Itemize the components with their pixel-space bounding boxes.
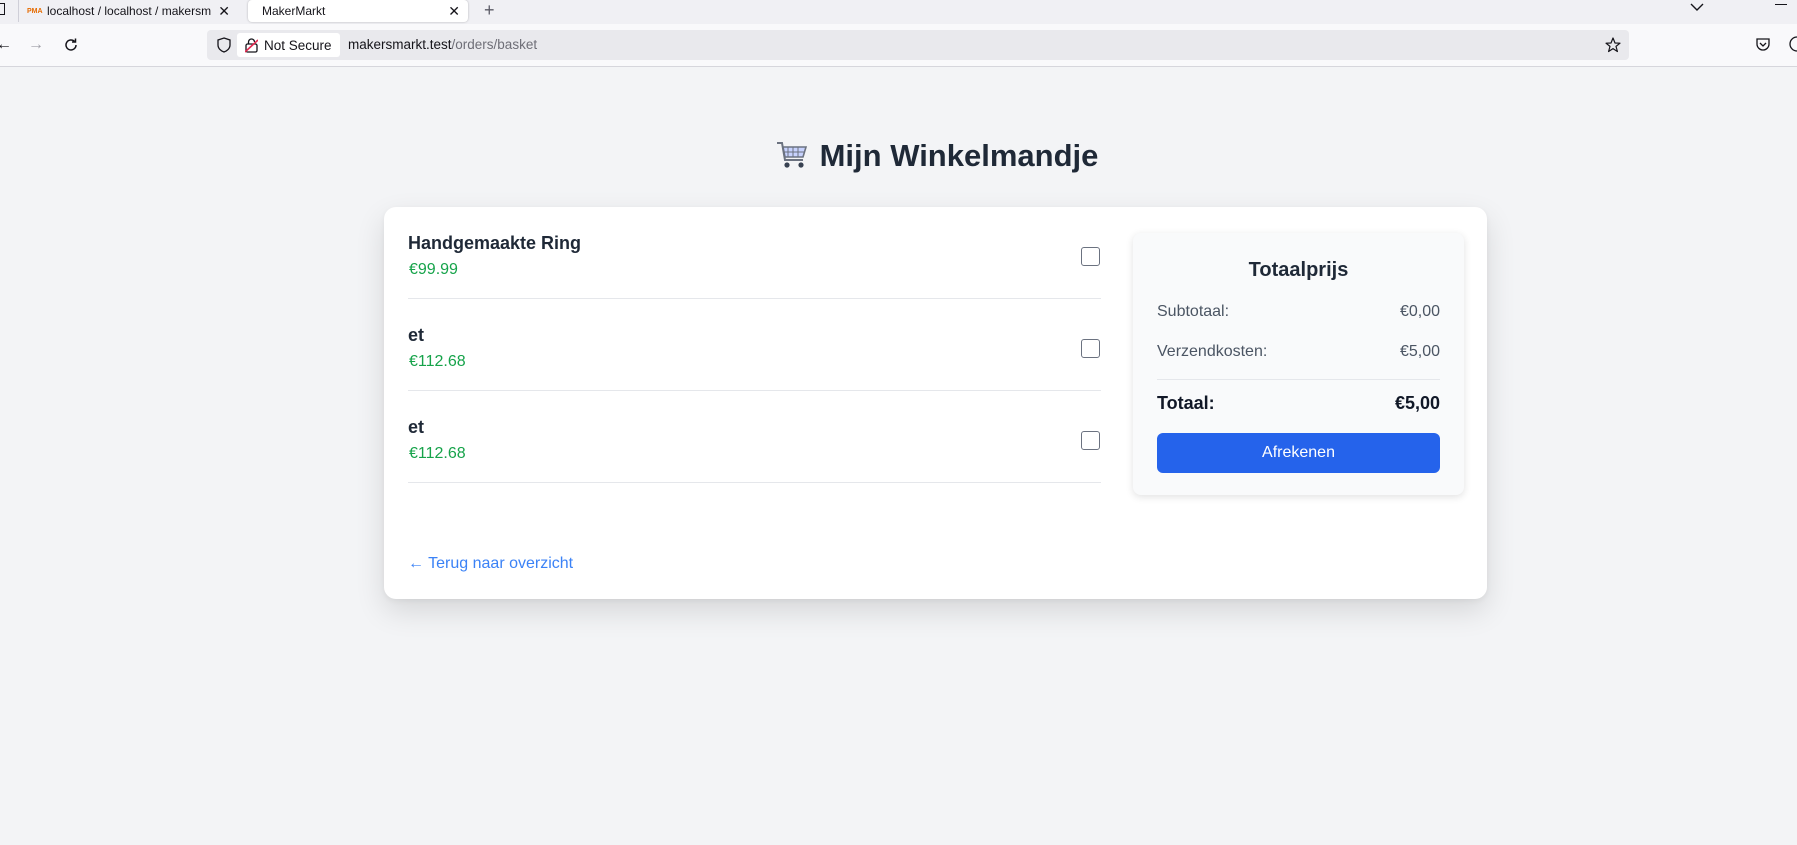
sidebar-toggle-icon[interactable] <box>0 3 5 15</box>
summary-divider <box>1157 379 1440 380</box>
tab-makermarkt[interactable]: MakerMarkt ✕ <box>248 0 468 22</box>
page-title: Mijn Winkelmandje <box>0 138 1797 174</box>
item-price: €112.68 <box>409 353 466 370</box>
shopping-cart-icon <box>776 142 807 168</box>
checkout-button[interactable]: Afrekenen <box>1157 433 1440 473</box>
item-checkbox[interactable] <box>1081 247 1100 266</box>
shield-icon[interactable] <box>217 37 231 53</box>
shipping-value: €5,00 <box>1399 343 1440 360</box>
item-checkbox[interactable] <box>1081 431 1100 450</box>
basket-item: Handgemaakte Ring €99.99 <box>408 207 1101 299</box>
url-host: makersmarkt.test <box>348 37 452 52</box>
pocket-icon[interactable] <box>1755 36 1771 52</box>
subtotal-label: Subtotaal: <box>1157 303 1230 320</box>
broken-lock-icon <box>245 37 258 53</box>
tab-label: localhost / localhost / makersm <box>47 4 212 18</box>
order-summary: Totaalprijs Subtotaal: €0,00 Verzendkost… <box>1133 233 1464 495</box>
shipping-label: Verzendkosten: <box>1157 343 1268 360</box>
subtotal-value: €0,00 <box>1399 303 1440 320</box>
url-path: /orders/basket <box>451 37 538 52</box>
subtotal-row: Subtotaal: €0,00 <box>1157 303 1440 321</box>
back-arrow-icon[interactable]: ← <box>0 35 14 55</box>
basket-card: Handgemaakte Ring €99.99 et €112.68 et €… <box>384 207 1487 599</box>
item-name: Handgemaakte Ring <box>408 233 582 253</box>
item-price: €99.99 <box>409 261 458 278</box>
chevron-down-icon[interactable] <box>1690 2 1704 12</box>
summary-title: Totaalprijs <box>1248 259 1349 281</box>
tab-phpmyadmin[interactable]: PMA localhost / localhost / makersm ✕ <box>18 0 238 22</box>
back-to-overview-link[interactable]: ← Terug naar overzicht <box>408 555 573 573</box>
total-value: €5,00 <box>1394 393 1440 413</box>
minimize-icon[interactable] <box>1775 4 1787 5</box>
item-price: €112.68 <box>409 445 466 462</box>
new-tab-icon[interactable]: + <box>484 0 495 20</box>
close-tab-icon[interactable]: ✕ <box>448 3 460 20</box>
forward-arrow-icon[interactable]: → <box>26 35 46 55</box>
bookmark-star-icon[interactable] <box>1605 37 1621 53</box>
not-secure-badge[interactable]: Not Secure <box>237 33 340 57</box>
item-name: et <box>408 325 425 345</box>
tab-label: MakerMarkt <box>262 4 326 18</box>
total-row: Totaal: €5,00 <box>1157 393 1440 414</box>
account-icon[interactable] <box>1789 36 1797 52</box>
browser-nav-bar: ← → Not Secure makersmarkt.test/orders/b… <box>0 24 1797 67</box>
close-tab-icon[interactable]: ✕ <box>218 3 230 20</box>
reload-icon[interactable] <box>61 35 81 55</box>
total-label: Totaal: <box>1157 393 1215 413</box>
basket-item: et €112.68 <box>408 391 1101 483</box>
shipping-row: Verzendkosten: €5,00 <box>1157 343 1440 361</box>
url-bar[interactable]: Not Secure makersmarkt.test/orders/baske… <box>207 30 1629 60</box>
phpmyadmin-favicon-icon: PMA <box>27 8 43 15</box>
page-title-text: Mijn Winkelmandje <box>819 138 1099 173</box>
item-name: et <box>408 417 425 437</box>
browser-tab-bar: PMA localhost / localhost / makersm ✕ Ma… <box>0 0 1797 24</box>
url-text[interactable]: makersmarkt.test/orders/basket <box>348 37 537 52</box>
basket-item: et €112.68 <box>408 299 1101 391</box>
item-checkbox[interactable] <box>1081 339 1100 358</box>
not-secure-label: Not Secure <box>264 37 332 53</box>
